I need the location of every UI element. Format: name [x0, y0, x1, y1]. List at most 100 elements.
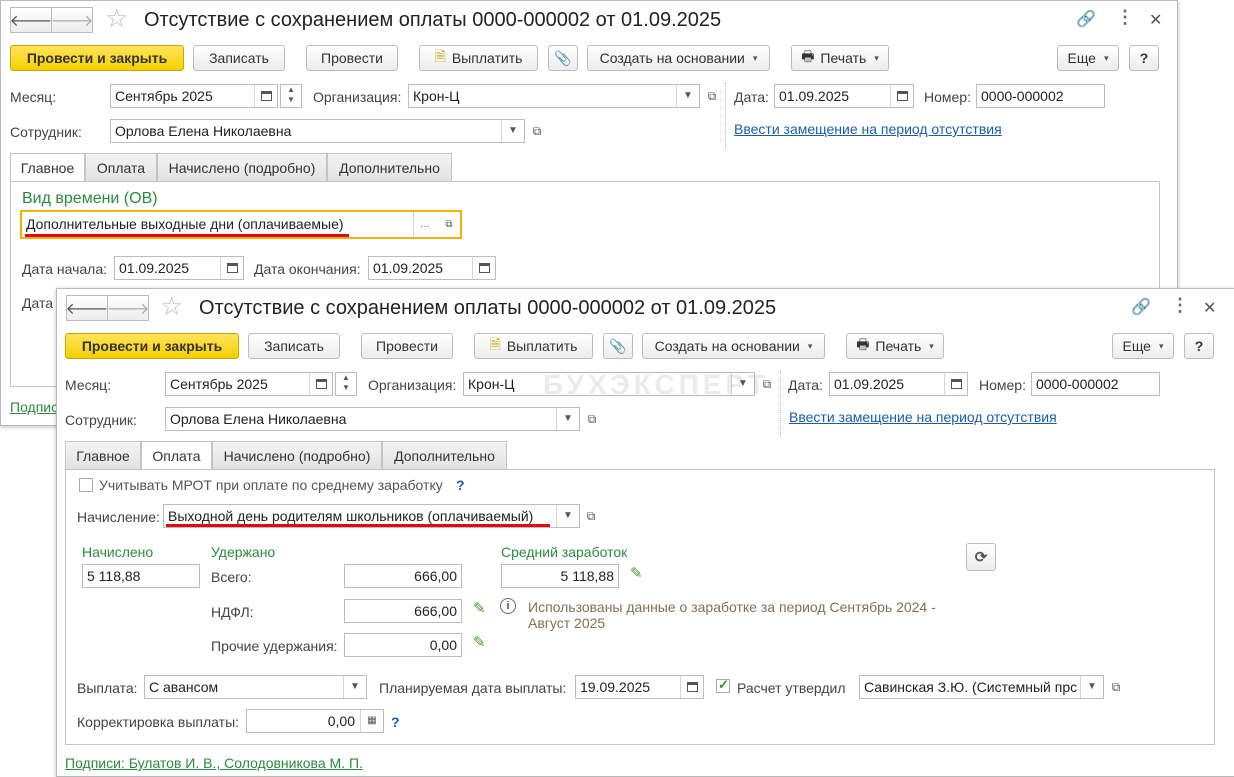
refresh-button[interactable]: ⟳	[966, 543, 996, 571]
org-field[interactable]: Крон-Ц ▼	[408, 84, 700, 108]
post-button[interactable]: Провести	[361, 333, 453, 359]
end-date-field[interactable]: 01.09.2025	[368, 256, 496, 280]
other-withholdings-field[interactable]: 0,00	[344, 633, 462, 657]
dropdown-icon[interactable]: ▼	[556, 408, 579, 430]
approver-field[interactable]: Савинская З.Ю. (Системный прс ▼	[859, 675, 1104, 699]
calendar-icon[interactable]	[890, 85, 913, 107]
avg-earnings-field[interactable]: 5 118,88	[501, 564, 619, 588]
substitution-link[interactable]: Ввести замещение на период отсутствия	[734, 121, 1002, 137]
save-button[interactable]: Записать	[193, 45, 285, 71]
calendar-icon[interactable]	[472, 257, 495, 279]
forward-button[interactable]: 🡒	[51, 7, 93, 33]
edit-avg-pencil-icon[interactable]: ✎	[630, 564, 643, 582]
signatures-link[interactable]: Подписи: Булатов И. В., Солодовникова М.…	[65, 755, 363, 771]
month-spinner[interactable]: ▲ ▼	[280, 84, 302, 108]
month-spinner[interactable]: ▲ ▼	[335, 372, 357, 396]
link-icon[interactable]: 🔗	[1076, 9, 1096, 29]
ellipsis-icon[interactable]: …	[413, 212, 436, 237]
mrot-checkbox[interactable]	[79, 478, 93, 492]
correction-help-icon[interactable]: ?	[391, 714, 400, 730]
star-icon[interactable]: ☆	[160, 291, 183, 322]
payout-field[interactable]: С авансом ▼	[144, 675, 367, 699]
open-approver-icon[interactable]: ⧉	[1108, 679, 1124, 695]
signatures-link-partial[interactable]: Подпис	[10, 399, 58, 415]
tab-accrued-details[interactable]: Начислено (подробно)	[212, 441, 382, 469]
month-value: Сентябрь 2025	[170, 376, 268, 392]
forward-button[interactable]: 🡒	[107, 295, 149, 321]
edit-other-pencil-icon[interactable]: ✎	[473, 633, 486, 651]
back-button[interactable]: 🡐	[66, 295, 108, 321]
date-field[interactable]: 01.09.2025	[774, 84, 914, 108]
dropdown-icon[interactable]: ▼	[501, 120, 524, 142]
print-button[interactable]: 🖶 Печать ▾	[846, 333, 944, 359]
calendar-icon[interactable]	[944, 373, 967, 395]
tab-main[interactable]: Главное	[65, 441, 141, 469]
create-based-button[interactable]: Создать на основании ▾	[587, 45, 770, 71]
post-button[interactable]: Провести	[306, 45, 398, 71]
dropdown-icon[interactable]: ▼	[343, 676, 366, 698]
link-icon[interactable]: 🔗	[1131, 297, 1151, 317]
more-menu-icon[interactable]: ⋮	[1171, 295, 1189, 316]
back-button[interactable]: 🡐	[10, 7, 52, 33]
ndfl-field[interactable]: 666,00	[344, 599, 462, 623]
number-field[interactable]: 0000-000002	[1031, 372, 1160, 396]
print-button[interactable]: 🖶 Печать ▾	[791, 45, 889, 71]
dropdown-icon[interactable]: ▼	[556, 505, 579, 527]
planned-date-field[interactable]: 19.09.2025	[575, 675, 704, 699]
calendar-icon[interactable]	[220, 257, 243, 279]
chevron-down-icon: ▾	[807, 340, 813, 351]
attach-button[interactable]: 📎	[603, 333, 633, 359]
calendar-icon[interactable]	[680, 676, 703, 698]
month-field[interactable]: Сентябрь 2025	[165, 372, 333, 396]
tab-additional[interactable]: Дополнительно	[327, 153, 452, 181]
employee-field[interactable]: Орлова Елена Николаевна ▼	[165, 407, 580, 431]
calendar-icon[interactable]	[309, 373, 332, 395]
tab-payment[interactable]: Оплата	[141, 441, 212, 470]
date-field[interactable]: 01.09.2025	[829, 372, 968, 396]
substitution-link[interactable]: Ввести замещение на период отсутствия	[789, 409, 1057, 425]
post-and-close-button[interactable]: Провести и закрыть	[65, 333, 239, 359]
dropdown-icon[interactable]: ▼	[1080, 676, 1103, 698]
total-field[interactable]: 666,00	[344, 564, 462, 588]
help-button[interactable]: ?	[1129, 45, 1159, 71]
open-icon[interactable]: ⧉	[438, 212, 460, 237]
more-menu-icon[interactable]: ⋮	[1116, 7, 1134, 28]
open-org-icon[interactable]: ⧉	[704, 88, 720, 104]
create-based-label: Создать на основании	[599, 50, 745, 66]
tab-accrued-details[interactable]: Начислено (подробно)	[157, 153, 327, 181]
close-icon[interactable]: ✕	[1203, 298, 1216, 318]
edit-ndfl-pencil-icon[interactable]: ✎	[473, 599, 486, 617]
more-button[interactable]: Еще ▾	[1112, 333, 1174, 359]
close-icon[interactable]: ✕	[1149, 10, 1162, 30]
calendar-icon[interactable]	[254, 85, 277, 107]
create-based-button[interactable]: Создать на основании ▾	[642, 333, 825, 359]
mrot-help-icon[interactable]: ?	[456, 477, 465, 493]
approved-checkbox[interactable]: ✓	[716, 677, 730, 693]
help-button[interactable]: ?	[1184, 333, 1214, 359]
accrued-label: Начислено	[82, 544, 154, 560]
post-and-close-button[interactable]: Провести и закрыть	[10, 45, 184, 71]
open-accrual-icon[interactable]: ⧉	[583, 508, 599, 524]
pay-button[interactable]: 🗎 Выплатить	[474, 333, 593, 359]
start-date-label: Дата начала:	[22, 261, 108, 277]
org-value: Крон-Ц	[468, 376, 515, 392]
correction-field[interactable]: 0,00 ▦	[246, 709, 384, 733]
pay-button[interactable]: 🗎 Выплатить	[419, 45, 538, 71]
tab-main[interactable]: Главное	[10, 153, 85, 182]
accrued-field[interactable]: 5 118,88	[82, 564, 200, 588]
attach-button[interactable]: 📎	[548, 45, 578, 71]
tab-additional[interactable]: Дополнительно	[382, 441, 507, 469]
star-icon[interactable]: ☆	[105, 3, 128, 34]
tab-payment[interactable]: Оплата	[85, 153, 157, 181]
number-field[interactable]: 0000-000002	[976, 84, 1105, 108]
employee-field[interactable]: Орлова Елена Николаевна ▼	[110, 119, 525, 143]
save-button[interactable]: Записать	[248, 333, 340, 359]
paperclip-icon: 📎	[609, 337, 627, 354]
open-employee-icon[interactable]: ⧉	[529, 123, 545, 139]
more-button[interactable]: Еще ▾	[1057, 45, 1119, 71]
open-employee-icon[interactable]: ⧉	[584, 411, 600, 427]
calculator-icon[interactable]: ▦	[360, 710, 383, 732]
dropdown-icon[interactable]: ▼	[676, 85, 699, 107]
month-field[interactable]: Сентябрь 2025	[110, 84, 278, 108]
start-date-field[interactable]: 01.09.2025	[114, 256, 244, 280]
